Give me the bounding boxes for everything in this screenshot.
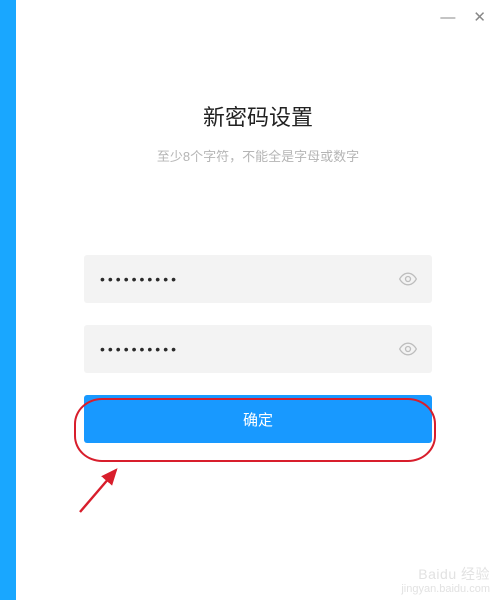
watermark-brand: Baidu 经验	[401, 566, 490, 583]
eye-icon[interactable]	[398, 269, 418, 289]
password-hint: 至少8个字符，不能全是字母或数字	[84, 146, 432, 165]
window-controls: — ✕	[440, 0, 500, 34]
eye-icon[interactable]	[398, 339, 418, 359]
page-title: 新密码设置	[84, 100, 432, 132]
watermark-sub: jingyan.baidu.com	[401, 583, 490, 596]
minimize-button[interactable]: —	[440, 10, 455, 25]
watermark: Baidu 经验 jingyan.baidu.com	[401, 566, 490, 596]
confirm-password-input[interactable]	[84, 325, 432, 373]
accent-sidebar	[0, 0, 16, 600]
annotation-arrow-icon	[72, 460, 132, 520]
new-password-input[interactable]	[84, 255, 432, 303]
password-form: 新密码设置 至少8个字符，不能全是字母或数字 确定	[16, 100, 500, 443]
close-button[interactable]: ✕	[473, 10, 486, 25]
confirm-button[interactable]: 确定	[84, 395, 432, 443]
confirm-password-field-wrap	[84, 325, 432, 373]
password-field-wrap	[84, 255, 432, 303]
